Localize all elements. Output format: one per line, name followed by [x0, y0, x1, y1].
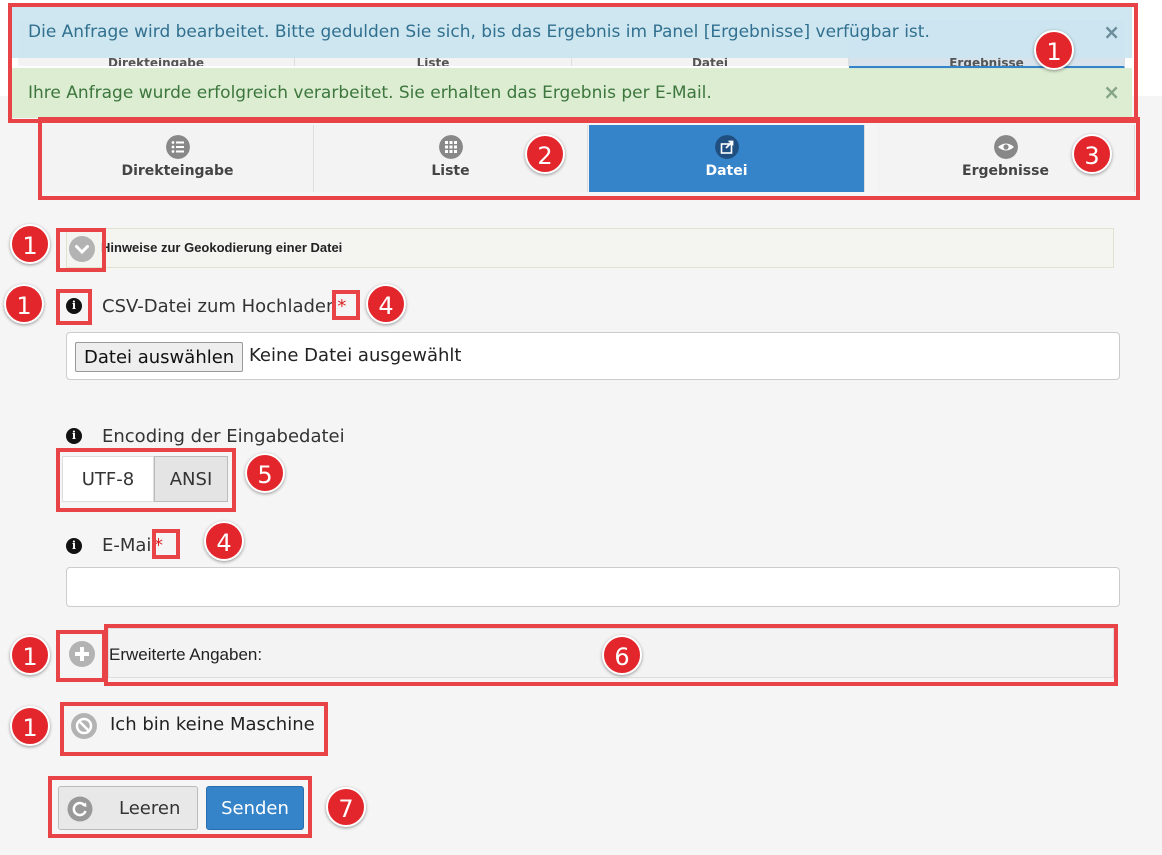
info-icon[interactable]: i	[66, 538, 82, 554]
annotation-badge: 4	[366, 284, 406, 324]
required-mark: *	[154, 535, 163, 556]
annotation-badge: 4	[204, 521, 244, 561]
email-label-text: E-Mail	[102, 535, 154, 556]
annotation-badge: 1	[4, 284, 44, 324]
hint-panel[interactable]: Hinweise zur Geokodierung einer Datei	[66, 228, 1114, 268]
clear-button[interactable]: Leeren	[58, 786, 198, 830]
hint-panel-title: Hinweise zur Geokodierung einer Datei	[101, 240, 343, 255]
info-alert: Die Anfrage wird bearbeitet. Bitte gedul…	[12, 6, 1132, 58]
chevron-down-icon[interactable]	[68, 235, 96, 263]
annotation-badge: 7	[326, 787, 366, 827]
csv-file-label: CSV-Datei zum Hochladen*	[102, 296, 346, 317]
annotation-badge: 1	[10, 635, 50, 675]
plus-icon[interactable]	[68, 640, 96, 668]
list-icon	[165, 135, 190, 159]
close-icon[interactable]: ×	[1103, 80, 1120, 104]
captcha-checkbox-icon[interactable]	[70, 712, 98, 740]
annotation-badge: 1	[10, 224, 50, 264]
csv-file-label-text: CSV-Datei zum Hochladen	[102, 296, 338, 317]
success-alert: Ihre Anfrage wurde erfolgreich verarbeit…	[12, 68, 1132, 118]
tab-label: Direkteingabe	[121, 163, 234, 179]
csv-file-input[interactable]: Datei auswählen Keine Datei ausgewählt	[66, 332, 1120, 380]
tab-datei[interactable]: Datei	[589, 125, 865, 192]
encoding-option-utf8[interactable]: UTF-8	[62, 456, 154, 502]
extended-options-title: Erweiterte Angaben:	[109, 645, 263, 664]
annotation-badge: 2	[525, 134, 565, 174]
eye-icon	[993, 135, 1018, 159]
required-mark: *	[337, 296, 347, 317]
tab-direkteingabe[interactable]: Direkteingabe	[42, 125, 314, 192]
info-icon[interactable]: i	[66, 428, 82, 444]
annotation-badge: 6	[602, 635, 642, 675]
encoding-option-ansi[interactable]: ANSI	[154, 456, 228, 502]
annotation-badge: 3	[1072, 134, 1112, 174]
info-icon[interactable]: i	[66, 298, 82, 314]
email-field[interactable]	[66, 567, 1120, 607]
annotation-badge: 5	[245, 453, 285, 493]
file-status-text: Keine Datei ausgewählt	[249, 345, 462, 366]
tab-label: Datei	[705, 163, 748, 179]
close-icon[interactable]: ×	[1103, 20, 1120, 44]
captcha-label: Ich bin keine Maschine	[110, 714, 315, 735]
encoding-label: Encoding der Eingabedatei	[102, 426, 345, 447]
clear-button-label: Leeren	[119, 798, 181, 819]
grid-icon	[438, 135, 463, 159]
refresh-icon	[67, 796, 93, 822]
success-alert-text: Ihre Anfrage wurde erfolgreich verarbeit…	[28, 83, 712, 103]
share-icon	[714, 135, 739, 159]
choose-file-button[interactable]: Datei auswählen	[75, 342, 244, 372]
email-label: E-Mail*	[102, 535, 163, 556]
info-alert-text: Die Anfrage wird bearbeitet. Bitte gedul…	[28, 22, 930, 42]
annotation-badge: 1	[1034, 30, 1074, 70]
send-button[interactable]: Senden	[206, 786, 304, 830]
annotation-badge: 1	[10, 706, 50, 746]
